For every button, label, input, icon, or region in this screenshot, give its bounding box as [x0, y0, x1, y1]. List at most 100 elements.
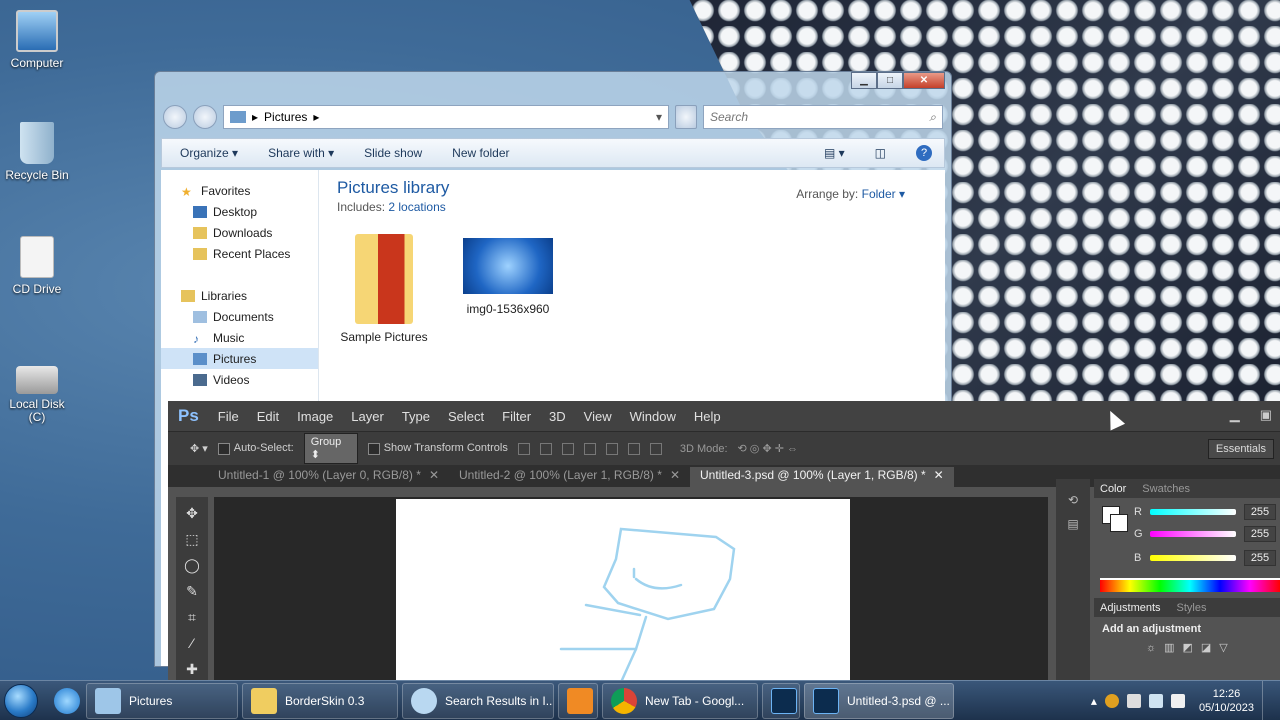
show-desktop-button[interactable] — [1262, 681, 1272, 720]
new-folder-button[interactable]: New folder — [452, 146, 509, 160]
tab-swatches[interactable]: Swatches — [1142, 483, 1190, 495]
menu-filter[interactable]: Filter — [493, 409, 540, 424]
action-center-icon[interactable] — [1126, 694, 1141, 708]
align-top-icon[interactable] — [517, 442, 530, 455]
clock[interactable]: 12:26 05/10/2023 — [1199, 687, 1254, 715]
g-value[interactable]: 255 — [1244, 526, 1276, 542]
preview-pane-icon[interactable]: ◫ — [875, 146, 886, 160]
close-button[interactable]: ✕ — [903, 72, 945, 89]
share-with-button[interactable]: Share with ▾ — [268, 146, 334, 160]
r-slider[interactable] — [1150, 509, 1236, 515]
folder-sample-pictures[interactable]: Sample Pictures — [319, 234, 449, 344]
minimize-button[interactable]: ▁ — [851, 72, 877, 89]
history-panel-icon[interactable]: ⟲ — [1068, 493, 1078, 507]
b-value[interactable]: 255 — [1244, 550, 1276, 566]
ps-minimize-button[interactable]: ▁ — [1222, 401, 1248, 429]
move-tool-icon[interactable]: ✥ — [181, 503, 203, 523]
tray-app-icon[interactable] — [1104, 694, 1119, 708]
g-slider[interactable] — [1150, 531, 1236, 537]
tab-untitled-3[interactable]: Untitled-3.psd @ 100% (Layer 1, RGB/8) *… — [690, 467, 954, 487]
close-icon[interactable]: ✕ — [429, 468, 439, 482]
group-select[interactable]: Group ⬍ — [303, 433, 358, 464]
organize-button[interactable]: Organize ▾ — [180, 146, 238, 160]
desktop-icon-computer[interactable]: Computer — [0, 10, 74, 70]
refresh-button[interactable] — [675, 105, 697, 129]
background-swatch[interactable] — [1110, 514, 1128, 532]
forward-button[interactable] — [193, 105, 217, 129]
document-canvas[interactable] — [396, 499, 850, 682]
taskbar-borderskin[interactable]: BorderSkin 0.3 — [242, 682, 398, 719]
tab-untitled-1[interactable]: Untitled-1 @ 100% (Layer 0, RGB/8) * ✕ — [208, 467, 449, 487]
menu-file[interactable]: File — [209, 409, 248, 424]
align-center-icon[interactable] — [605, 442, 618, 455]
r-value[interactable]: 255 — [1244, 504, 1276, 520]
menu-3d[interactable]: 3D — [540, 409, 575, 424]
ps-maximize-button[interactable]: ▣ — [1252, 401, 1280, 429]
desktop-icon-cd-drive[interactable]: CD Drive — [0, 236, 74, 296]
taskbar-photoshop-pinned[interactable] — [762, 682, 800, 719]
menu-select[interactable]: Select — [439, 409, 493, 424]
network-icon[interactable] — [1148, 694, 1163, 708]
nav-libraries[interactable]: Libraries — [161, 285, 318, 306]
menu-help[interactable]: Help — [685, 409, 730, 424]
marquee-tool-icon[interactable]: ⬚ — [181, 529, 203, 549]
menu-layer[interactable]: Layer — [342, 409, 393, 424]
tab-color[interactable]: Color — [1100, 483, 1126, 495]
nav-music[interactable]: ♪ Music — [161, 327, 318, 348]
tab-adjustments[interactable]: Adjustments — [1100, 602, 1161, 614]
taskbar-search-results[interactable]: Search Results in I... — [402, 682, 554, 719]
slide-show-button[interactable]: Slide show — [364, 146, 422, 160]
taskbar-media-player[interactable] — [558, 682, 598, 719]
align-middle-icon[interactable] — [539, 442, 552, 455]
distribute-icon[interactable] — [649, 442, 662, 455]
breadcrumb-chevron-icon[interactable]: ▸ — [313, 110, 319, 124]
crop-tool-icon[interactable]: ⌗ — [181, 607, 203, 627]
move-tool-icon[interactable]: ✥ ▾ — [190, 442, 208, 455]
desktop-icon-local-disk[interactable]: Local Disk (C) — [0, 360, 74, 424]
close-icon[interactable]: ✕ — [670, 468, 680, 482]
close-icon[interactable]: ✕ — [934, 468, 944, 482]
menu-type[interactable]: Type — [393, 409, 439, 424]
address-bar[interactable]: ▸ Pictures ▸ ▾ — [223, 105, 669, 129]
menu-image[interactable]: Image — [288, 409, 342, 424]
taskbar-pictures[interactable]: Pictures — [86, 682, 238, 719]
menu-view[interactable]: View — [575, 409, 621, 424]
nav-recent-places[interactable]: Recent Places — [161, 243, 318, 264]
auto-select-checkbox[interactable]: Auto-Select: — [217, 442, 294, 455]
workspace-switcher[interactable]: Essentials — [1207, 439, 1274, 459]
file-img0[interactable]: img0-1536x960 — [443, 234, 573, 316]
align-bottom-icon[interactable] — [561, 442, 574, 455]
taskbar-photoshop-document[interactable]: Untitled-3.psd @ ... — [804, 682, 954, 719]
align-right-icon[interactable] — [627, 442, 640, 455]
nav-videos[interactable]: Videos — [161, 369, 318, 390]
taskbar-ie[interactable] — [46, 683, 82, 719]
nav-pictures[interactable]: Pictures — [161, 348, 318, 369]
align-left-icon[interactable] — [583, 442, 596, 455]
color-spectrum[interactable] — [1100, 578, 1280, 592]
nav-favorites[interactable]: ★ Favorites — [161, 180, 318, 201]
back-button[interactable] — [163, 105, 187, 129]
adjustment-icons[interactable]: ☼▥◩◪▽ — [1094, 641, 1280, 654]
nav-documents[interactable]: Documents — [161, 306, 318, 327]
search-input[interactable]: Search ⌕ — [703, 105, 943, 129]
taskbar-chrome[interactable]: New Tab - Googl... — [602, 682, 758, 719]
properties-panel-icon[interactable]: ▤ — [1067, 517, 1078, 531]
b-slider[interactable] — [1150, 555, 1236, 561]
view-options-icon[interactable]: ▤ ▾ — [824, 146, 845, 160]
nav-downloads[interactable]: Downloads — [161, 222, 318, 243]
desktop-icon-recycle-bin[interactable]: Recycle Bin — [0, 122, 74, 182]
start-button[interactable] — [0, 681, 42, 720]
menu-window[interactable]: Window — [621, 409, 685, 424]
tab-untitled-2[interactable]: Untitled-2 @ 100% (Layer 1, RGB/8) * ✕ — [449, 467, 690, 487]
lasso-tool-icon[interactable]: ◯ — [181, 555, 203, 575]
quick-select-tool-icon[interactable]: ✎ — [181, 581, 203, 601]
menu-edit[interactable]: Edit — [248, 409, 288, 424]
tab-styles[interactable]: Styles — [1177, 602, 1207, 614]
help-icon[interactable]: ? — [916, 145, 932, 161]
show-hidden-icons-icon[interactable]: ▴ — [1091, 694, 1097, 708]
maximize-button[interactable]: □ — [877, 72, 903, 89]
nav-desktop[interactable]: Desktop — [161, 201, 318, 222]
eyedropper-tool-icon[interactable]: ⁄ — [181, 633, 203, 653]
breadcrumb-pictures[interactable]: Pictures — [264, 110, 307, 124]
locations-link[interactable]: 2 locations — [388, 200, 445, 214]
